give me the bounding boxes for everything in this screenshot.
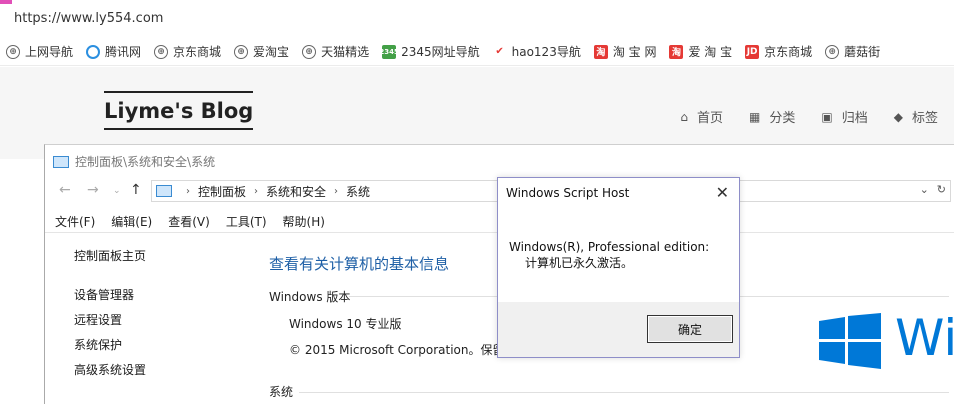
bookmark-label: 京东商城 — [173, 45, 222, 59]
bookmark-label: 爱淘宝 — [253, 45, 290, 59]
bookmark-item[interactable]: ⊕ 上网导航 — [6, 43, 73, 60]
breadcrumb-item[interactable]: 系统和安全 — [266, 183, 326, 200]
menu-help[interactable]: 帮助(H) — [283, 213, 325, 230]
dialog-title: Windows Script Host — [506, 186, 630, 200]
nav-label: 归档 — [841, 111, 868, 126]
bookmark-item[interactable]: 淘爱 淘 宝 — [669, 43, 732, 60]
section-divider — [299, 392, 949, 393]
nav-label: 分类 — [769, 111, 796, 126]
windows-logo-icon — [819, 313, 881, 369]
bookmark-item[interactable]: ⊕ 蘑菇街 — [825, 43, 880, 60]
bookmark-item[interactable]: ⊕ 天猫精选 — [302, 43, 369, 60]
bookmark-item[interactable]: 腾讯网 — [86, 43, 141, 60]
menu-view[interactable]: 查看(V) — [168, 213, 210, 230]
blog-logo-text: Liyme's Blog — [104, 99, 254, 123]
jd-icon: JD — [745, 44, 760, 59]
menu-file[interactable]: 文件(F) — [55, 213, 95, 230]
script-host-dialog: Windows Script Host ✕ Windows(R), Profes… — [497, 177, 740, 358]
archive-icon: ▣ — [821, 109, 833, 124]
bookmark-label: hao123导航 — [511, 45, 581, 59]
ok-button[interactable]: 确定 — [647, 315, 733, 343]
blog-nav: ⌂ 首页 ▦ 分类 ▣ 归档 ◆ 标签 — [654, 107, 938, 127]
section-windows-edition: Windows 版本 — [269, 290, 351, 304]
tab-accent — [0, 0, 12, 4]
menu-tools[interactable]: 工具(T) — [226, 213, 267, 230]
nav-tags[interactable]: ◆ 标签 — [893, 107, 938, 127]
back-arrow-icon[interactable]: ← — [59, 182, 71, 198]
main-content: 查看有关计算机的基本信息 Windows 版本 Windows 10 专业版 ©… — [269, 253, 949, 399]
breadcrumb-item[interactable]: 系统 — [346, 183, 370, 200]
chevron-down-icon[interactable]: ⌄ — [920, 183, 929, 196]
tencent-icon — [86, 44, 101, 59]
sidebar-home-link[interactable]: 控制面板主页 — [74, 247, 146, 264]
taobao-icon: 淘 — [593, 44, 608, 59]
bookmark-item[interactable]: 淘淘 宝 网 — [593, 43, 657, 60]
page-heading: 查看有关计算机的基本信息 — [269, 255, 450, 273]
sidebar-link-remote-settings[interactable]: 远程设置 — [74, 311, 146, 336]
dialog-footer: 确定 — [498, 302, 739, 357]
menu-edit[interactable]: 编辑(E) — [111, 213, 152, 230]
globe-icon: ⊕ — [234, 44, 249, 59]
bookmark-label: 腾讯网 — [105, 45, 142, 59]
chevron-right-icon[interactable]: › — [186, 186, 190, 197]
globe-icon: ⊕ — [6, 44, 20, 59]
dialog-message-line1: Windows(R), Professional edition: — [509, 240, 710, 254]
bookmark-item[interactable]: ✔ hao123导航 — [493, 43, 581, 60]
sidebar-link-device-manager[interactable]: 设备管理器 — [74, 286, 146, 311]
sidebar-link-advanced-settings[interactable]: 高级系统设置 — [74, 361, 146, 386]
computer-icon — [53, 155, 69, 168]
chevron-right-icon[interactable]: › — [334, 186, 338, 197]
sidebar: 控制面板主页 设备管理器 远程设置 系统保护 高级系统设置 — [74, 247, 146, 386]
computer-icon — [156, 185, 172, 197]
bookmark-label: 爱 淘 宝 — [688, 45, 733, 59]
bookmark-item[interactable]: ⊕ 爱淘宝 — [234, 43, 289, 60]
copyright-text: © 2015 Microsoft Corporation。保留 — [289, 343, 505, 357]
address-controls: ⌄ ↻ — [912, 183, 946, 196]
nav-home[interactable]: ⌂ 首页 — [680, 107, 724, 127]
tag-icon: ◆ — [893, 109, 903, 124]
hao123-icon: ✔ — [495, 46, 504, 57]
window-title-text: 控制面板\系统和安全\系统 — [75, 155, 216, 169]
chevron-right-icon[interactable]: › — [254, 186, 258, 197]
bookmark-item[interactable]: 2345 2345网址导航 — [379, 43, 480, 60]
refresh-icon[interactable]: ↻ — [937, 183, 946, 196]
dialog-message: Windows(R), Professional edition: 计算机已永久… — [509, 239, 709, 271]
url-text[interactable]: https://www.ly554.com — [14, 11, 163, 26]
sidebar-link-system-protection[interactable]: 系统保护 — [74, 336, 146, 361]
breadcrumb-item[interactable]: 控制面板 — [198, 183, 246, 200]
bookmark-item[interactable]: ⊕ 京东商城 — [154, 43, 221, 60]
globe-icon: ⊕ — [154, 44, 169, 59]
history-dropdown-icon[interactable]: ⌄ — [113, 186, 121, 196]
bookmark-label: 淘 宝 网 — [612, 45, 657, 59]
edition-text: Windows 10 专业版 — [289, 317, 402, 331]
taobao-icon: 淘 — [669, 44, 684, 59]
window-title: 控制面板\系统和安全\系统 — [53, 153, 215, 170]
2345-icon: 2345 — [379, 44, 399, 59]
blog-logo[interactable]: Liyme's Blog — [104, 91, 254, 130]
bookmark-label: 2345网址导航 — [401, 45, 480, 59]
section-system: 系统 — [269, 385, 294, 399]
bookmark-label: 京东商城 — [764, 45, 813, 59]
bookmark-label: 上网导航 — [25, 45, 74, 59]
globe-icon: ⊕ — [302, 44, 317, 59]
globe-icon: ⊕ — [825, 44, 840, 59]
close-icon[interactable]: ✕ — [716, 183, 729, 202]
nav-label: 首页 — [697, 111, 724, 126]
bookmark-item[interactable]: JD 京东商城 — [745, 43, 812, 60]
dialog-message-line2: 计算机已永久激活。 — [525, 256, 634, 270]
bookmarks-bar: ⊕ 上网导航 腾讯网 ⊕ 京东商城 ⊕ 爱淘宝 ⊕ 天猫精选 2345 2345网址导航 … — [0, 38, 954, 66]
bookmark-label: 天猫精选 — [321, 45, 370, 59]
nav-archive[interactable]: ▣ 归档 — [821, 107, 868, 127]
browser-address-bar[interactable]: https://www.ly554.com — [0, 0, 954, 38]
forward-arrow-icon[interactable]: → — [87, 182, 99, 198]
nav-categories[interactable]: ▦ 分类 — [749, 107, 796, 127]
bookmark-label: 蘑菇街 — [844, 45, 881, 59]
nav-label: 标签 — [911, 111, 938, 126]
windows-brand-text: Wi — [895, 309, 954, 367]
up-arrow-icon[interactable]: ↑ — [130, 182, 142, 198]
home-icon: ⌂ — [680, 109, 689, 124]
grid-icon: ▦ — [749, 109, 761, 124]
